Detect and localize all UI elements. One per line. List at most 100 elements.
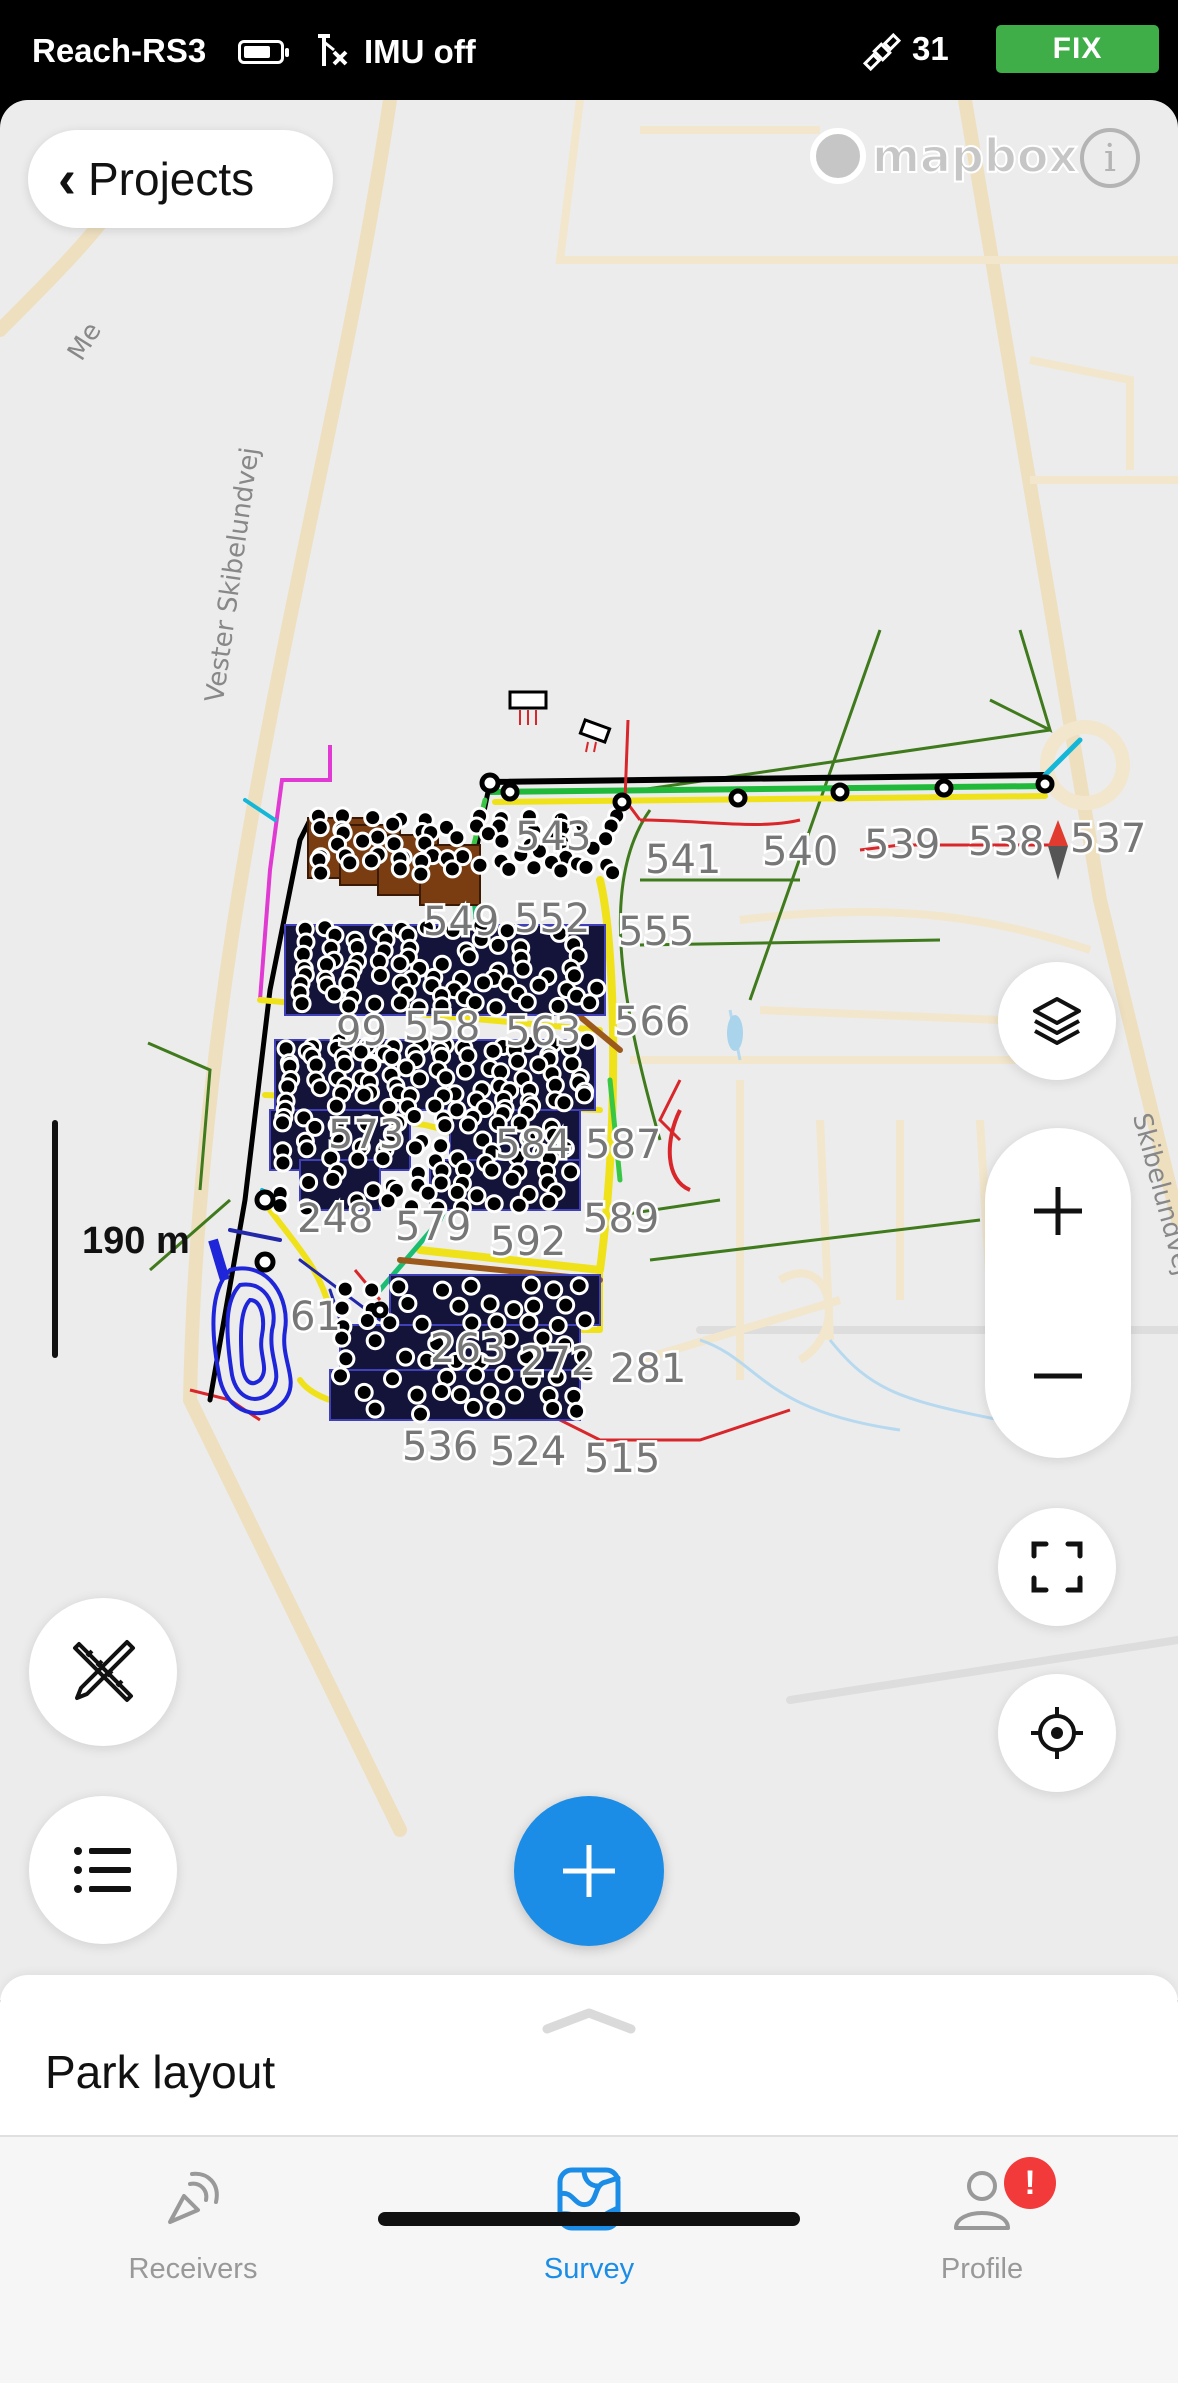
crosshair-icon [1031, 1707, 1083, 1759]
tab-label: Profile [940, 2253, 1024, 2285]
pv-marker [517, 992, 537, 1012]
pv-marker [554, 1093, 574, 1113]
zoom-out-button[interactable] [985, 1293, 1131, 1458]
pv-marker [396, 1058, 416, 1078]
pv-marker [513, 959, 533, 979]
pv-marker [410, 1069, 430, 1089]
bottom-sheet[interactable]: Park layout [0, 1975, 1178, 2135]
pv-marker [521, 1275, 541, 1295]
pv-marker [436, 1068, 456, 1088]
point-label: 552 [514, 896, 590, 942]
point-label: 61 [290, 1294, 341, 1340]
point-label: 563 [505, 1009, 581, 1055]
point-label: 537 [1070, 816, 1146, 862]
pv-marker [310, 818, 330, 838]
point-label: 541 [645, 837, 721, 883]
pv-marker [548, 1316, 568, 1335]
fix-status-badge: FIX [996, 25, 1159, 73]
point-label: 248 [297, 1196, 373, 1242]
pv-marker [455, 1061, 475, 1081]
pv-marker [390, 954, 410, 974]
sheet-handle-icon[interactable] [541, 2005, 637, 2035]
pv-marker [459, 947, 479, 967]
pv-marker [543, 1399, 563, 1418]
pv-marker [499, 859, 519, 879]
pv-marker [502, 1169, 522, 1189]
zoom-controls [985, 1128, 1131, 1458]
list-button[interactable] [29, 1796, 177, 1944]
status-bar: Reach-RS3 IMU off 31 FIX [0, 0, 1178, 100]
imu-status: IMU off [364, 33, 476, 70]
pv-marker [447, 828, 467, 848]
pv-marker [411, 1404, 430, 1424]
pv-marker [575, 1311, 595, 1331]
pv-marker [470, 855, 490, 875]
tab-profile[interactable]: ! Profile [862, 2157, 1102, 2287]
pv-marker [292, 994, 312, 1014]
pv-marker [486, 1399, 506, 1419]
pv-marker [273, 1113, 292, 1133]
list-icon [74, 1847, 131, 1893]
battery-icon [238, 40, 289, 64]
fit-extent-button[interactable] [998, 1508, 1116, 1626]
minus-icon [1034, 1373, 1082, 1378]
mapbox-logo: mapbox [810, 128, 1079, 184]
imu-off-icon [318, 34, 348, 66]
pv-marker [370, 966, 390, 985]
tools-button[interactable] [29, 1598, 177, 1746]
pv-marker [396, 1347, 416, 1367]
point-label: 515 [584, 1436, 660, 1482]
pv-marker [544, 1280, 564, 1300]
pv-marker [297, 1139, 317, 1159]
point-label: 263 [430, 1326, 506, 1372]
sheet-title: Park layout [45, 2046, 276, 2098]
pv-marker [411, 864, 431, 884]
pv-marker [505, 1385, 525, 1405]
point-label: 540 [762, 829, 838, 875]
point-label: 99 [336, 1009, 387, 1055]
pv-marker [480, 1294, 500, 1314]
pv-marker [273, 1153, 293, 1173]
pv-marker [365, 1331, 385, 1351]
satellite-icon [862, 32, 902, 72]
pv-marker [564, 1386, 584, 1406]
info-button[interactable]: i [1080, 128, 1140, 188]
pv-marker [524, 858, 544, 878]
pv-marker [310, 1078, 330, 1098]
my-location-button[interactable] [998, 1674, 1116, 1792]
point-label: 589 [583, 1196, 659, 1242]
scale-label: 190 m [82, 1220, 190, 1262]
zoom-in-button[interactable] [985, 1128, 1131, 1293]
pv-marker [449, 1296, 469, 1316]
pv-marker [378, 1191, 398, 1211]
point-label: 549 [423, 899, 499, 945]
layers-button[interactable] [998, 962, 1116, 1080]
map-view[interactable]: 543 541 540 539 538 537 549 552 555 99 5… [0, 100, 1178, 2000]
pv-marker [519, 1312, 539, 1332]
point-label: 536 [402, 1424, 478, 1470]
pv-marker [529, 975, 549, 995]
pv-marker [442, 859, 462, 879]
pv-marker [578, 1030, 597, 1050]
pv-marker [336, 1349, 356, 1369]
add-point-button[interactable] [514, 1796, 664, 1946]
home-indicator [378, 2212, 800, 2226]
mapbox-wordmark: mapbox [871, 128, 1079, 184]
point-label: 573 [328, 1112, 404, 1158]
tab-bar: Receivers Survey ! Profile [0, 2135, 1178, 2383]
plus-icon [1034, 1186, 1082, 1235]
point-label: 524 [490, 1429, 566, 1475]
pv-marker [539, 1191, 559, 1211]
point-label: 538 [968, 819, 1044, 865]
back-to-projects-button[interactable]: ‹ Projects [28, 130, 333, 228]
pv-marker [412, 1314, 432, 1334]
pv-marker [486, 998, 506, 1018]
tab-receivers[interactable]: Receivers [73, 2157, 313, 2287]
pv-marker [458, 1115, 478, 1135]
pv-marker [331, 1366, 350, 1386]
alert-badge: ! [1004, 2157, 1056, 2209]
pv-marker [580, 993, 600, 1013]
pv-marker [353, 831, 373, 851]
pv-marker [556, 1295, 576, 1315]
pv-marker [354, 1382, 374, 1402]
